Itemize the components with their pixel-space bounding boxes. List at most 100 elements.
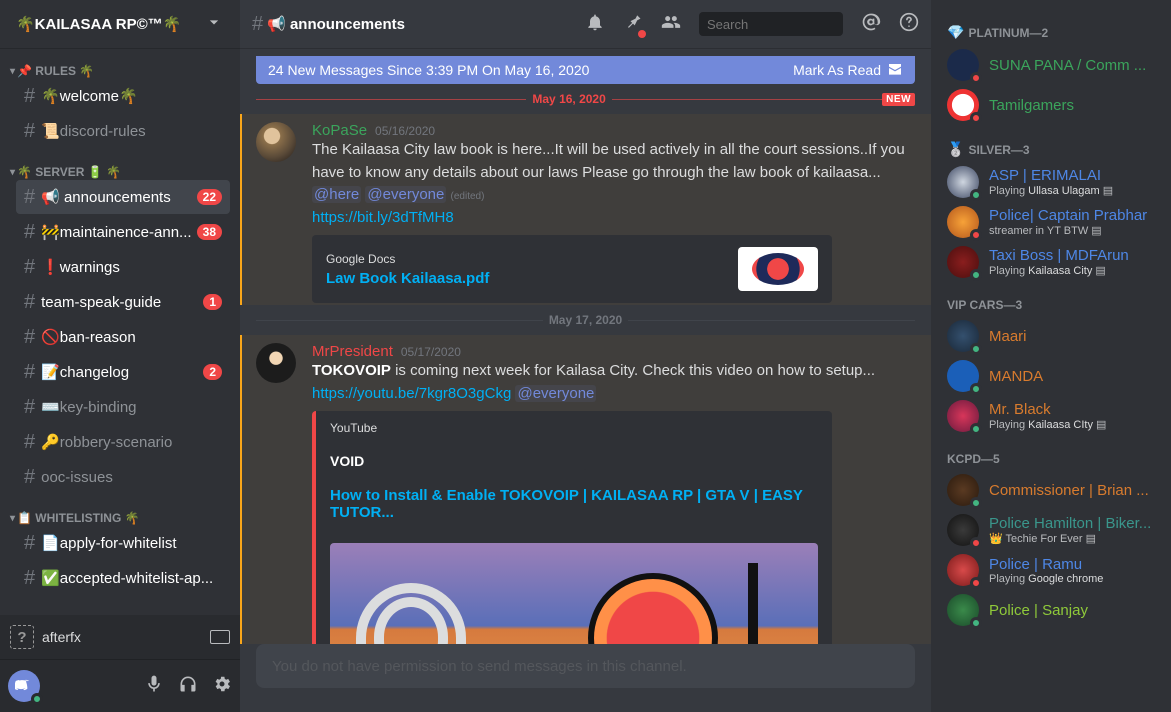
member-name: MANDA (989, 368, 1155, 385)
message-input: You do not have permission to send messa… (256, 644, 915, 688)
avatar[interactable] (256, 122, 296, 162)
afterfx-row[interactable]: ? afterfx (0, 615, 240, 660)
member-item[interactable]: Police | RamuPlaying Google chrome (939, 550, 1163, 590)
channel-item[interactable]: #📄apply-for-whitelist (16, 526, 230, 560)
member-item[interactable]: Maari (939, 316, 1163, 356)
mic-icon[interactable] (144, 674, 164, 698)
member-group-header: VIP CARS—3 (939, 282, 1163, 316)
server-header[interactable]: 🌴KAILASAA RP©™🌴 (0, 0, 240, 48)
message-author[interactable]: MrPresident (312, 343, 393, 360)
status-icon (970, 343, 982, 355)
status-icon (970, 383, 982, 395)
member-avatar (947, 89, 979, 121)
messages-scroll[interactable]: 24 New Messages Since 3:39 PM On May 16,… (240, 48, 931, 644)
embed-author[interactable]: VOID (330, 453, 818, 469)
channel-item[interactable]: #ooc-issues (16, 460, 230, 494)
member-avatar (947, 514, 979, 546)
unread-badge: 2 (203, 364, 222, 380)
status-icon (970, 497, 982, 509)
hash-icon: # (24, 396, 35, 419)
hash-icon: # (24, 221, 35, 244)
bell-icon[interactable] (585, 12, 605, 36)
channel-item[interactable]: #team-speak-guide1 (16, 285, 230, 319)
gear-icon[interactable] (212, 674, 232, 698)
message-content: TOKOVOIP is coming next week for Kailasa… (312, 360, 915, 405)
channel-item[interactable]: #✅accepted-whitelist-ap... (16, 561, 230, 595)
message-timestamp: 05/16/2020 (375, 124, 435, 138)
member-avatar (947, 474, 979, 506)
channel-item[interactable]: #📢 announcements22 (16, 180, 230, 214)
new-messages-bar[interactable]: 24 New Messages Since 3:39 PM On May 16,… (256, 56, 915, 84)
search-input[interactable] (707, 17, 883, 32)
member-activity: streamer in YT BTW ▤ (989, 224, 1155, 237)
channel-item[interactable]: #❗warnings (16, 250, 230, 284)
question-icon: ? (10, 625, 34, 649)
search-box[interactable] (699, 12, 843, 36)
channel-item[interactable]: #🚧maintainence-ann...38 (16, 215, 230, 249)
category-label: 🌴 SERVER 🔋 🌴 (17, 165, 121, 179)
member-item[interactable]: Police Hamilton | Biker...👑 Techie For E… (939, 510, 1163, 550)
message[interactable]: KoPaSe 05/16/2020 The Kailaasa City law … (240, 114, 931, 305)
member-item[interactable]: Taxi Boss | MDFArunPlaying Kailaasa City… (939, 242, 1163, 282)
channel-name: 📄apply-for-whitelist (41, 534, 222, 552)
member-name: SUNA PANA / Comm ... (989, 57, 1155, 74)
member-item[interactable]: Mr. BlackPlaying Kailaasa CIty ▤ (939, 396, 1163, 436)
member-item[interactable]: Police| Captain Prabharstreamer in YT BT… (939, 202, 1163, 242)
category-header[interactable]: ▾🌴 SERVER 🔋 🌴 (8, 165, 230, 179)
member-group-header: 🥈SILVER—3 (939, 125, 1163, 162)
member-item[interactable]: SUNA PANA / Comm ... (939, 45, 1163, 85)
headphones-icon[interactable] (178, 674, 198, 698)
status-icon (970, 269, 982, 281)
member-item[interactable]: Tamilgamers (939, 85, 1163, 125)
member-item[interactable]: Police | Sanjay (939, 590, 1163, 630)
message-author[interactable]: KoPaSe (312, 122, 367, 139)
new-badge: NEW (882, 93, 915, 106)
mark-read-icon (887, 60, 903, 80)
message-link[interactable]: https://bit.ly/3dTfMH8 (312, 209, 454, 226)
channel-name: 🚧maintainence-ann... (41, 223, 197, 241)
channel-name: 📜discord-rules (41, 122, 222, 140)
mark-as-read[interactable]: Mark As Read (793, 62, 881, 78)
afterfx-label: afterfx (42, 629, 202, 645)
embed-card[interactable]: Google Docs Law Book Kailaasa.pdf (312, 235, 832, 303)
category-header[interactable]: ▾📋 WHITELISTING 🌴 (8, 511, 230, 525)
member-avatar (947, 49, 979, 81)
channel-item[interactable]: #🔑robbery-scenario (16, 425, 230, 459)
avatar[interactable] (256, 343, 296, 383)
channel-item[interactable]: #📜discord-rules (16, 114, 230, 148)
member-avatar (947, 400, 979, 432)
mentions-icon[interactable] (861, 12, 881, 36)
embed-card[interactable]: YouTube VOID How to Install & Enable TOK… (312, 411, 832, 644)
member-item[interactable]: Commissioner | Brian ... (939, 470, 1163, 510)
status-icon (970, 229, 982, 241)
channel-item[interactable]: # ⌨️key-binding (16, 390, 230, 424)
embed-provider: YouTube (330, 421, 818, 435)
embed-title[interactable]: Law Book Kailaasa.pdf (326, 270, 724, 287)
embed-thumbnail (738, 247, 818, 291)
category-header[interactable]: ▾📌 RULES 🌴 (8, 64, 230, 78)
channel-item[interactable]: #🚫ban-reason (16, 320, 230, 354)
members-icon[interactable] (661, 12, 681, 36)
hash-icon: # (24, 466, 35, 489)
member-avatar (947, 166, 979, 198)
pin-icon[interactable] (623, 12, 643, 36)
channel-title: 📢 announcements (267, 15, 405, 33)
message[interactable]: MrPresident 05/17/2020 TOKOVOIP is comin… (240, 335, 931, 644)
channel-item[interactable]: #🌴welcome🌴 (16, 79, 230, 113)
member-group-header: 💎PLATINUM—2 (939, 8, 1163, 45)
user-avatar[interactable] (8, 670, 40, 702)
screenshare-icon[interactable] (210, 630, 230, 644)
channel-item[interactable]: #📝changelog2 (16, 355, 230, 389)
help-icon[interactable] (899, 12, 919, 36)
channel-list[interactable]: ▾📌 RULES 🌴#🌴welcome🌴#📜discord-rules▾🌴 SE… (0, 48, 240, 615)
channel-name: ⌨️key-binding (41, 398, 222, 416)
video-thumbnail[interactable] (330, 543, 818, 644)
member-name: Taxi Boss | MDFArun (989, 247, 1155, 264)
member-name: Tamilgamers (989, 97, 1155, 114)
status-icon (970, 112, 982, 124)
member-item[interactable]: ASP | ERIMALAIPlaying Ullasa Ulagam ▤ (939, 162, 1163, 202)
member-item[interactable]: MANDA (939, 356, 1163, 396)
embed-title[interactable]: How to Install & Enable TOKOVOIP | KAILA… (330, 487, 818, 521)
new-messages-text: 24 New Messages Since 3:39 PM On May 16,… (268, 62, 589, 78)
members-sidebar[interactable]: 💎PLATINUM—2 SUNA PANA / Comm ... Tamilgame… (931, 0, 1171, 712)
